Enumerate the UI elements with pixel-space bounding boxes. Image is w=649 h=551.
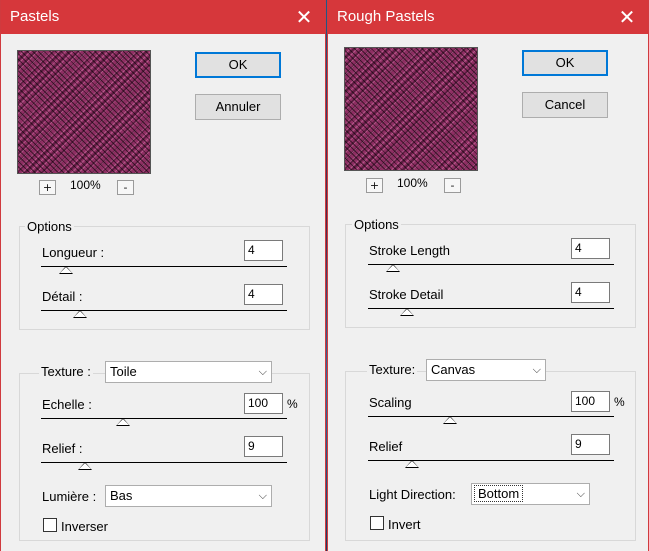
stroke-detail-slider-thumb[interactable] <box>400 308 414 316</box>
chevron-down-icon: ⌵ <box>258 489 267 502</box>
light-direction-select[interactable]: Bottom ⌵ <box>471 483 590 505</box>
stroke-length-label: Longueur : <box>42 245 105 260</box>
light-direction-value: Bas <box>110 488 133 503</box>
relief-label: Relief <box>369 439 403 454</box>
stroke-length-input[interactable]: 4 <box>571 238 610 259</box>
ok-button[interactable]: OK <box>522 50 608 76</box>
dialog-title: Pastels <box>10 8 60 25</box>
invert-label[interactable]: Invert <box>388 517 421 532</box>
light-direction-select[interactable]: Bas ⌵ <box>105 485 272 507</box>
scaling-slider[interactable] <box>368 416 614 417</box>
light-direction-label: Lumière : <box>42 489 97 504</box>
preview-image[interactable] <box>17 50 151 174</box>
texture-label: Texture : <box>39 364 93 379</box>
scaling-slider-thumb[interactable] <box>116 418 130 426</box>
stroke-length-slider-thumb[interactable] <box>386 264 400 272</box>
scaling-unit: % <box>287 397 298 411</box>
zoom-in-button[interactable]: + <box>366 178 383 193</box>
options-label: Options <box>25 219 74 234</box>
stroke-length-label: Stroke Length <box>369 243 450 258</box>
stroke-detail-slider-thumb[interactable] <box>73 310 87 318</box>
chevron-down-icon: ⌵ <box>576 487 585 500</box>
stroke-length-slider[interactable] <box>41 266 287 267</box>
chevron-down-icon: ⌵ <box>258 365 267 378</box>
chevron-down-icon: ⌵ <box>532 363 541 376</box>
title-bar[interactable]: Rough Pastels ✕ <box>328 0 648 34</box>
pastels-dialog: Pastels ✕ + 100% - OK Annuler Options Lo… <box>0 0 326 551</box>
scaling-input[interactable]: 100 <box>244 393 283 414</box>
scaling-slider[interactable] <box>41 418 287 419</box>
invert-checkbox[interactable] <box>370 516 384 530</box>
zoom-out-button[interactable]: - <box>117 180 134 195</box>
cancel-button[interactable]: Annuler <box>195 94 281 120</box>
zoom-out-button[interactable]: - <box>444 178 461 193</box>
stroke-length-slider-thumb[interactable] <box>59 266 73 274</box>
relief-input[interactable]: 9 <box>244 436 283 457</box>
scaling-label: Scaling <box>369 395 412 410</box>
texture-value: Toile <box>110 364 137 379</box>
relief-label: Relief : <box>42 441 83 456</box>
stroke-detail-label: Stroke Detail <box>369 287 444 302</box>
invert-label[interactable]: Inverser <box>61 519 108 534</box>
title-bar[interactable]: Pastels ✕ <box>1 0 325 34</box>
zoom-in-button[interactable]: + <box>39 180 56 195</box>
relief-slider-thumb[interactable] <box>405 460 419 468</box>
dialog-title: Rough Pastels <box>337 8 435 25</box>
rough-pastels-dialog: Rough Pastels ✕ + 100% - OK Cancel Optio… <box>327 0 649 551</box>
cancel-button[interactable]: Cancel <box>522 92 608 118</box>
ok-button[interactable]: OK <box>195 52 281 78</box>
preview-image[interactable] <box>344 47 478 171</box>
relief-slider-thumb[interactable] <box>78 462 92 470</box>
scaling-input[interactable]: 100 <box>571 391 610 412</box>
stroke-length-input[interactable]: 4 <box>244 240 283 261</box>
close-icon[interactable]: ✕ <box>614 4 640 30</box>
scaling-unit: % <box>614 395 625 409</box>
texture-label: Texture: <box>367 362 418 377</box>
close-icon[interactable]: ✕ <box>291 4 317 30</box>
light-direction-value: Bottom <box>474 485 524 502</box>
zoom-level: 100% <box>70 178 101 192</box>
texture-select[interactable]: Toile ⌵ <box>105 361 272 383</box>
options-label: Options <box>352 217 401 232</box>
relief-input[interactable]: 9 <box>571 434 610 455</box>
texture-value: Canvas <box>431 362 476 377</box>
invert-checkbox[interactable] <box>43 518 57 532</box>
stroke-detail-input[interactable]: 4 <box>244 284 283 305</box>
stroke-length-slider[interactable] <box>368 264 614 265</box>
scaling-slider-thumb[interactable] <box>443 416 457 424</box>
light-direction-label: Light Direction: <box>369 487 456 502</box>
stroke-detail-input[interactable]: 4 <box>571 282 610 303</box>
zoom-level: 100% <box>397 176 428 190</box>
texture-select[interactable]: Canvas ⌵ <box>426 359 546 381</box>
scaling-label: Echelle : <box>42 397 92 412</box>
stroke-detail-label: Détail : <box>42 289 83 304</box>
